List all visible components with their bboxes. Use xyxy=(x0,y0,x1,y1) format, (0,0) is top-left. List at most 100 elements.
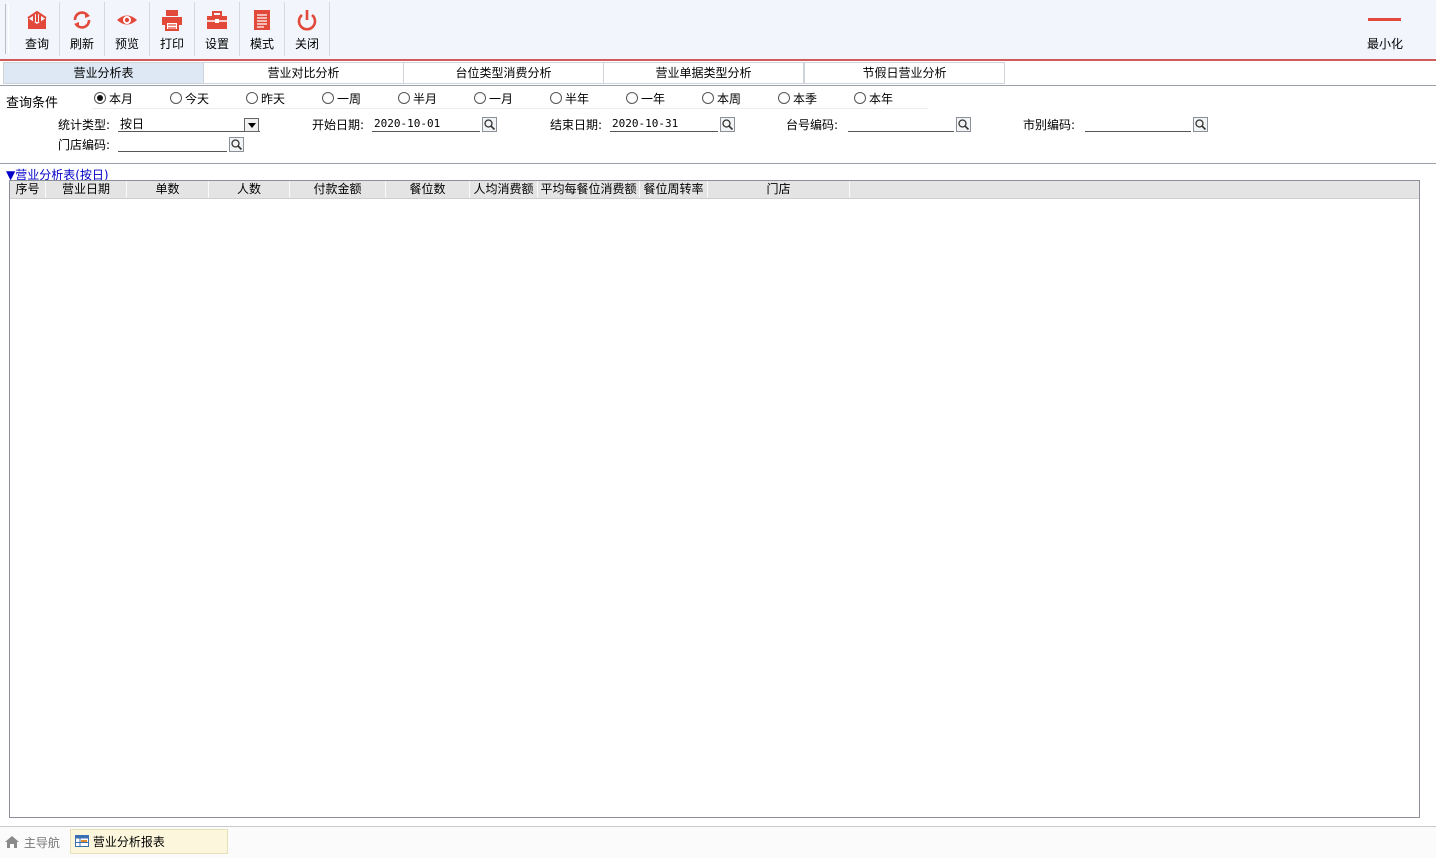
query-conditions-label: 查询条件 xyxy=(6,96,59,111)
radio-this-month[interactable]: 本月 xyxy=(94,91,133,107)
chevron-down-icon[interactable] xyxy=(244,118,259,132)
col-header-seat-turnover[interactable]: 餐位周转率 xyxy=(640,181,708,198)
col-header-avg-per-guest[interactable]: 人均消费额 xyxy=(470,181,538,198)
col-header-avg-per-seat[interactable]: 平均每餐位消费额 xyxy=(538,181,640,198)
radio-one-month[interactable]: 一月 xyxy=(474,91,513,107)
search-icon xyxy=(231,139,243,151)
radio-today[interactable]: 今天 xyxy=(170,91,209,107)
toolbar: 查询 刷新 预览 打印 设置 模式 关闭 最小化 xyxy=(0,0,1436,60)
search-icon xyxy=(484,119,496,131)
toolbox-icon xyxy=(207,11,227,29)
status-bar: 主导航 营业分析报表 xyxy=(0,826,1436,858)
close-button[interactable]: 关闭 xyxy=(285,2,330,56)
report-window-tab[interactable]: 营业分析报表 xyxy=(70,829,228,854)
radio-dot xyxy=(550,92,562,104)
radio-one-year[interactable]: 一年 xyxy=(626,91,665,107)
minimize-button[interactable]: 最小化 xyxy=(1355,2,1415,56)
table-icon xyxy=(75,835,89,847)
radio-dot xyxy=(474,92,486,104)
settings-button-label: 设置 xyxy=(204,37,229,51)
refresh-button[interactable]: 刷新 xyxy=(60,2,105,56)
end-date-label: 结束日期: xyxy=(550,118,603,132)
report-window-label: 营业分析报表 xyxy=(92,835,165,849)
radio-label: 昨天 xyxy=(261,92,286,106)
radio-dot xyxy=(246,92,258,104)
start-date-field[interactable]: 2020-10-01 xyxy=(372,116,480,132)
stat-type-label: 统计类型: xyxy=(58,118,111,132)
col-header-bill-count[interactable]: 单数 xyxy=(127,181,209,198)
search-icon xyxy=(1195,119,1207,131)
tab-holiday-analysis[interactable]: 节假日营业分析 xyxy=(804,62,1005,84)
radio-label: 本周 xyxy=(717,92,742,106)
store-code-lookup-button[interactable] xyxy=(229,137,244,152)
radio-dot xyxy=(626,92,638,104)
col-header-guest-count[interactable]: 人数 xyxy=(209,181,290,198)
printer-icon xyxy=(162,10,182,31)
market-code-label: 市别编码: xyxy=(1023,118,1076,132)
power-icon xyxy=(297,10,317,31)
radio-one-week[interactable]: 一周 xyxy=(322,91,361,107)
radio-label: 本年 xyxy=(869,92,894,106)
main-nav-label: 主导航 xyxy=(23,836,60,850)
radio-label: 本季 xyxy=(793,92,818,106)
col-header-payment-amount[interactable]: 付款金额 xyxy=(290,181,386,198)
market-code-field[interactable] xyxy=(1085,116,1191,132)
report-tabs: 营业分析表 营业对比分析 台位类型消费分析 营业单据类型分析 节假日营业分析 xyxy=(3,62,1435,84)
tab-business-analysis[interactable]: 营业分析表 xyxy=(3,62,204,84)
radio-this-week[interactable]: 本周 xyxy=(702,91,741,107)
minimize-icon xyxy=(1368,18,1401,21)
table-code-lookup-button[interactable] xyxy=(956,117,971,132)
radio-dot xyxy=(702,92,714,104)
document-icon xyxy=(254,10,270,30)
end-date-field[interactable]: 2020-10-31 xyxy=(610,116,718,132)
period-radio-group: 本月 今天 昨天 一周 半月 一月 半年 一年 本周 本季 本年 xyxy=(92,88,928,109)
radio-yesterday[interactable]: 昨天 xyxy=(246,91,285,107)
col-header-business-date[interactable]: 营业日期 xyxy=(46,181,127,198)
minimize-button-label: 最小化 xyxy=(1366,37,1403,51)
radio-label: 一周 xyxy=(337,92,362,106)
tabs-bottom-border xyxy=(0,85,1436,86)
mode-button[interactable]: 模式 xyxy=(240,2,285,56)
report-grid[interactable]: 序号 营业日期 单数 人数 付款金额 餐位数 人均消费额 平均每餐位消费额 餐位… xyxy=(9,180,1420,818)
table-code-field[interactable] xyxy=(848,116,954,132)
refresh-button-label: 刷新 xyxy=(69,37,94,51)
market-code-lookup-button[interactable] xyxy=(1193,117,1208,132)
preview-button[interactable]: 预览 xyxy=(105,2,150,56)
radio-this-year[interactable]: 本年 xyxy=(854,91,893,107)
radio-dot xyxy=(398,92,410,104)
col-header-seat-count[interactable]: 餐位数 xyxy=(386,181,470,198)
refresh-icon xyxy=(73,11,91,29)
toolbar-separator xyxy=(0,59,1436,61)
tab-table-type-consumption[interactable]: 台位类型消费分析 xyxy=(403,62,604,84)
radio-label: 半月 xyxy=(413,92,438,106)
radio-half-month[interactable]: 半月 xyxy=(398,91,437,107)
radio-dot xyxy=(94,92,106,104)
radio-half-year[interactable]: 半年 xyxy=(550,91,589,107)
table-code-label: 台号编码: xyxy=(786,118,839,132)
eye-icon xyxy=(117,15,137,25)
query-button[interactable]: 查询 xyxy=(15,2,60,56)
tab-bill-type-analysis[interactable]: 营业单据类型分析 xyxy=(603,62,804,84)
mode-button-label: 模式 xyxy=(249,37,274,51)
main-nav-tab[interactable]: 主导航 xyxy=(4,833,60,853)
toolbar-grip[interactable] xyxy=(5,4,9,54)
radio-label: 一月 xyxy=(489,92,514,106)
col-header-index[interactable]: 序号 xyxy=(10,181,46,198)
radio-label: 半年 xyxy=(565,92,590,106)
radio-label: 今天 xyxy=(185,92,210,106)
preview-button-label: 预览 xyxy=(114,37,139,51)
start-date-lookup-button[interactable] xyxy=(482,117,497,132)
print-button[interactable]: 打印 xyxy=(150,2,195,56)
home-icon xyxy=(5,836,19,848)
col-header-store[interactable]: 门店 xyxy=(708,181,850,198)
radio-label: 一年 xyxy=(641,92,666,106)
search-icon xyxy=(722,119,734,131)
stat-type-select[interactable]: 按日 xyxy=(118,116,260,132)
radio-this-quarter[interactable]: 本季 xyxy=(778,91,817,107)
settings-button[interactable]: 设置 xyxy=(195,2,240,56)
store-code-field[interactable] xyxy=(118,136,227,152)
tab-business-comparison[interactable]: 营业对比分析 xyxy=(203,62,404,84)
end-date-lookup-button[interactable] xyxy=(720,117,735,132)
radio-dot xyxy=(854,92,866,104)
query-button-label: 查询 xyxy=(24,37,49,51)
